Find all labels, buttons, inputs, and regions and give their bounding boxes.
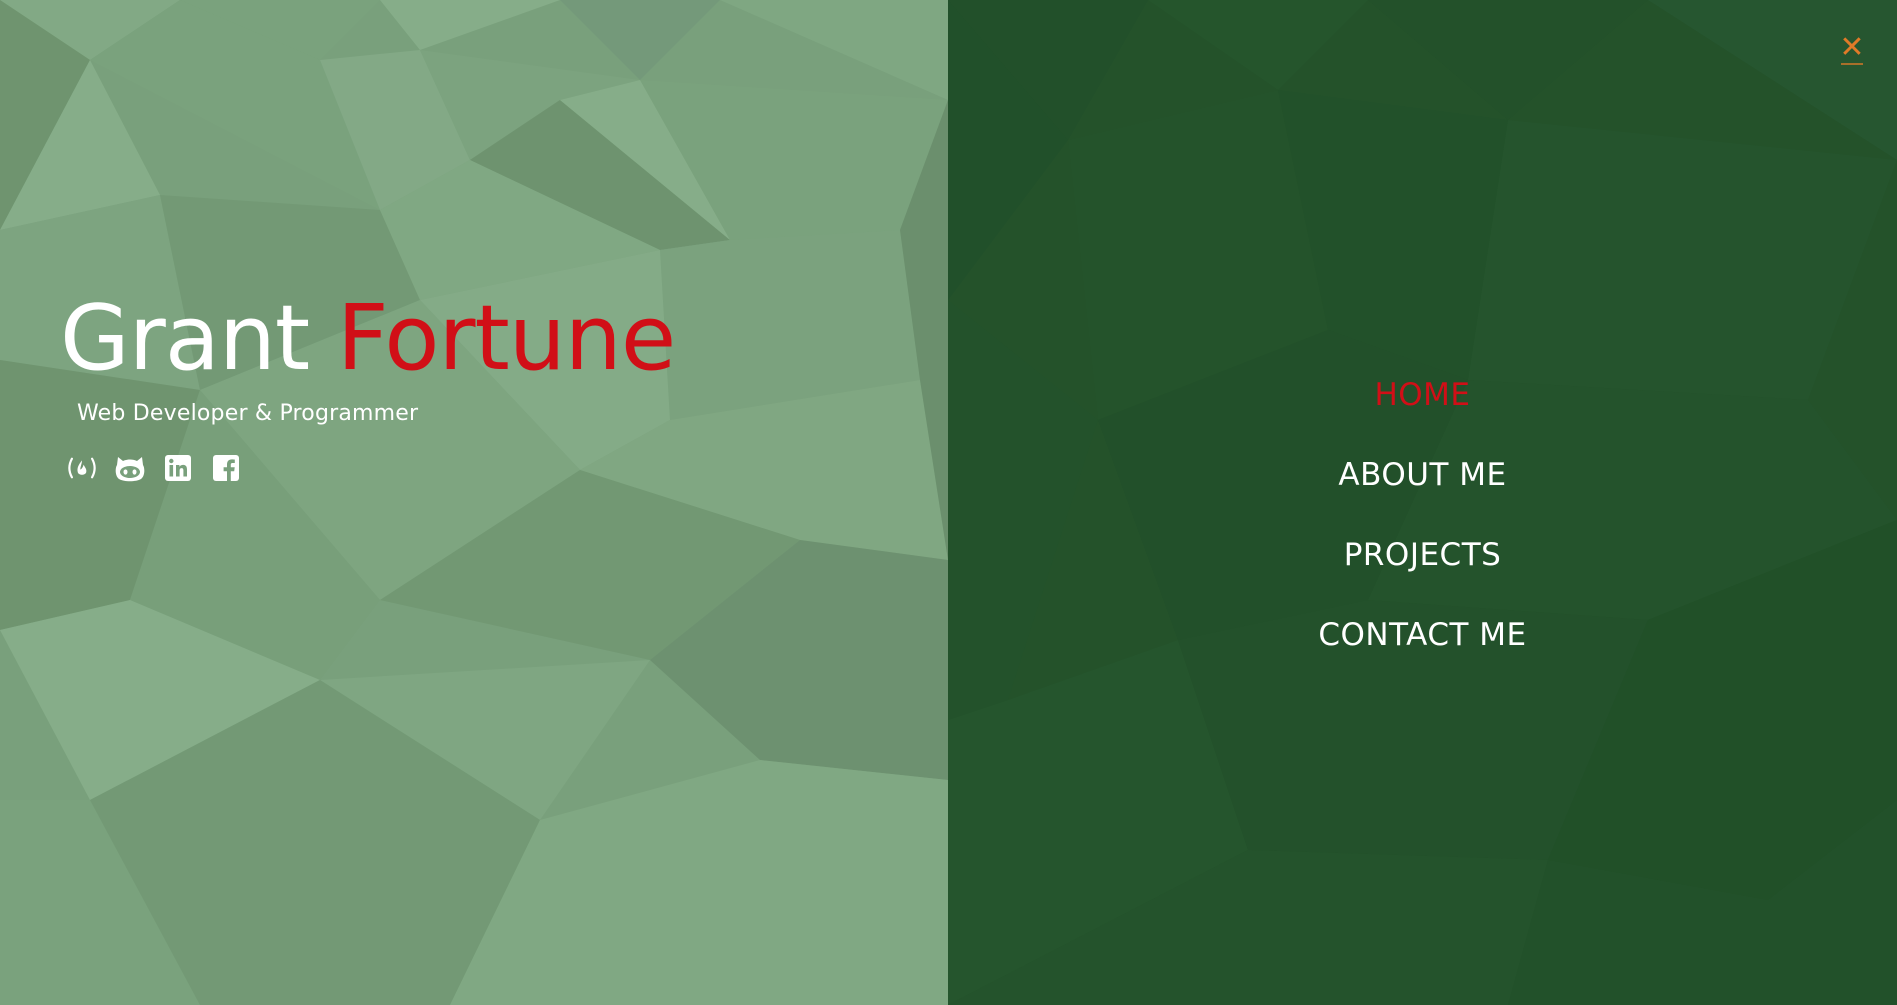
low-poly-background [0,0,948,1005]
hero-name: Grant Fortune [60,285,676,393]
linkedin-link[interactable] [162,452,194,484]
hero-subtitle: Web Developer & Programmer [77,401,419,426]
nav-link-about[interactable]: ABOUT ME [1338,457,1506,493]
nav-link-projects[interactable]: PROJECTS [1344,537,1502,573]
close-menu-button[interactable]: ✕ [1837,30,1867,66]
hero-content: Grant Fortune Web Developer & Programmer [60,285,676,484]
github-link[interactable] [114,452,146,484]
nav-item-projects: PROJECTS [948,515,1897,595]
social-links [66,452,675,484]
nav-menu: HOME ABOUT ME PROJECTS CONTACT ME [948,355,1897,675]
facebook-link[interactable] [210,452,242,484]
freecodecamp-link[interactable] [66,452,98,484]
facebook-icon [213,455,239,481]
nav-item-home: HOME [948,355,1897,435]
nav-link-home[interactable]: HOME [1374,377,1470,413]
nav-link-contact[interactable]: CONTACT ME [1318,617,1526,653]
page: Grant Fortune Web Developer & Programmer [0,0,1897,1005]
close-icon: ✕ [1839,30,1865,65]
nav-item-contact: CONTACT ME [948,595,1897,675]
nav-item-about: ABOUT ME [948,435,1897,515]
hero-last-name: Fortune [336,286,676,391]
linkedin-icon [165,455,191,481]
hero-first-name: Grant [60,286,310,391]
freecodecamp-icon [68,457,96,479]
github-icon [115,457,145,482]
close-underline [1841,63,1863,65]
nav-overlay: ✕ HOME ABOUT ME PROJECTS CONTACT ME [948,0,1897,1005]
hero-section: Grant Fortune Web Developer & Programmer [0,0,948,1005]
